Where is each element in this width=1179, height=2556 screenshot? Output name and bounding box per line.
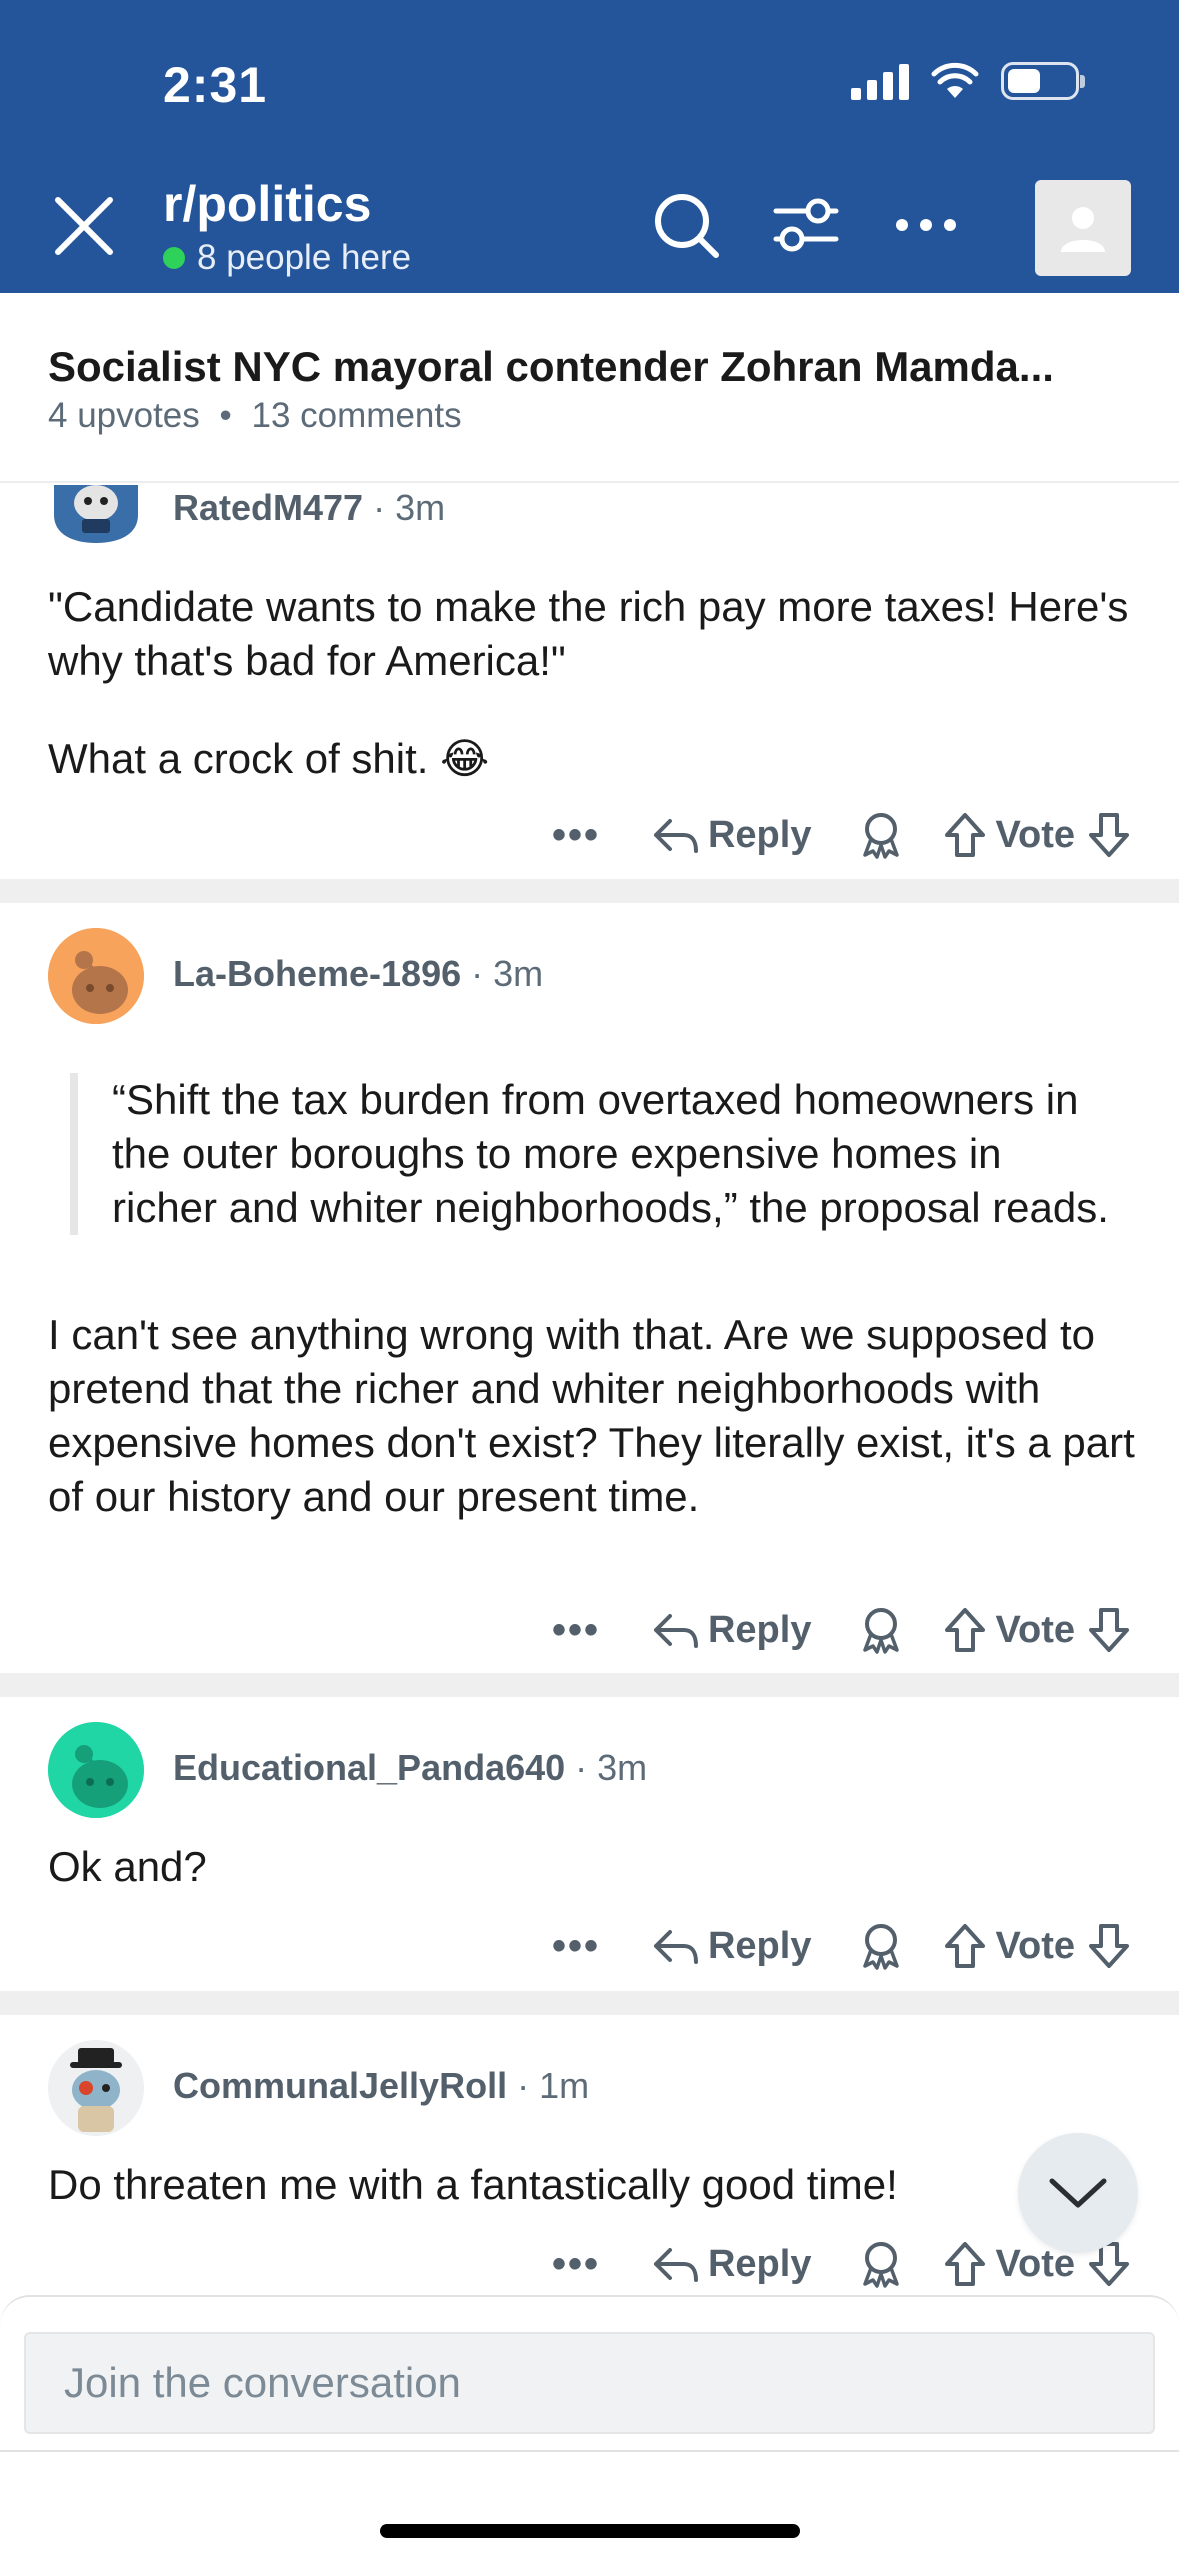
avatar[interactable] [48, 928, 144, 1024]
comment-body: "Candidate wants to make the rich pay mo… [48, 583, 1129, 684]
presence-indicator: 8 people here [163, 238, 411, 278]
reply-icon[interactable] [652, 1610, 700, 1650]
upvote-icon[interactable] [943, 2240, 987, 2288]
reply-button[interactable]: Reply [708, 814, 811, 857]
blockquote: “Shift the tax burden from overtaxed hom… [70, 1073, 1110, 1235]
snoo-avatar-icon [54, 485, 138, 543]
post-meta: 4 upvotes • 13 comments [48, 396, 462, 436]
reply-button[interactable]: Reply [708, 1925, 811, 1968]
comment-more-button[interactable]: ••• [552, 813, 612, 858]
post-title[interactable]: Socialist NYC mayoral contender Zohran M… [48, 343, 1138, 391]
reply-icon[interactable] [652, 815, 700, 855]
comment-time: 1m [539, 2065, 590, 2106]
comment-time: 3m [395, 487, 446, 528]
upvote-icon[interactable] [943, 811, 987, 859]
author-name[interactable]: CommunalJellyRoll [173, 2065, 507, 2106]
presence-text: 8 people here [197, 238, 412, 277]
comment: RatedM477 · 3m "Candidate wants to make … [0, 485, 1179, 879]
comment-actions: ••• Reply Vote [552, 1916, 1131, 1976]
vote-label: Vote [995, 1924, 1075, 1967]
award-icon[interactable] [859, 811, 903, 859]
author-name[interactable]: La-Boheme-1896 [173, 953, 461, 994]
comment-time: 3m [597, 1747, 648, 1788]
comment-actions: ••• Reply Vote [552, 805, 1131, 865]
snoo-avatar-icon [48, 1722, 144, 1818]
status-time: 2:31 [163, 57, 268, 113]
vote-label: Vote [995, 813, 1075, 856]
comment: La-Boheme-1896 · 3m “Shift the tax burde… [0, 903, 1179, 1673]
award-icon[interactable] [859, 2240, 903, 2288]
filter-sliders-icon [773, 198, 839, 252]
upvote-icon[interactable] [943, 1606, 987, 1654]
comment-body: Do threaten me with a fantastically good… [48, 2161, 898, 2208]
more-options-button[interactable] [886, 185, 966, 265]
dot-separator: · [363, 487, 396, 528]
comment-body: What a crock of shit. 😂 [48, 735, 490, 782]
award-icon[interactable] [859, 1606, 903, 1654]
user-avatar-button[interactable] [1035, 180, 1131, 276]
comment-author[interactable]: La-Boheme-1896 · 3m [173, 953, 543, 995]
comment-author[interactable]: RatedM477 · 3m [173, 487, 445, 529]
comment-separator [0, 1673, 1179, 1697]
home-indicator[interactable] [380, 2524, 800, 2538]
reply-icon[interactable] [652, 1926, 700, 1966]
search-icon [655, 194, 719, 258]
award-icon[interactable] [859, 1922, 903, 1970]
snoo-avatar-icon [48, 2040, 144, 2136]
downvote-icon[interactable] [1087, 1922, 1131, 1970]
online-dot-icon [163, 247, 185, 269]
comment-body: I can't see anything wrong with that. Ar… [48, 1311, 1135, 1520]
author-name[interactable]: RatedM477 [173, 487, 363, 528]
comment-more-button[interactable]: ••• [552, 1924, 612, 1969]
battery-icon [1001, 62, 1085, 100]
comment: CommunalJellyRoll · 1m Do threaten me wi… [0, 2015, 1179, 2305]
dot-separator: · [565, 1747, 598, 1788]
chevron-down-icon [1049, 2178, 1107, 2208]
reply-button[interactable]: Reply [708, 1609, 811, 1652]
close-icon [55, 197, 113, 255]
comment-author[interactable]: CommunalJellyRoll · 1m [173, 2065, 589, 2107]
avatar[interactable] [48, 1722, 144, 1818]
dot-separator: · [507, 2065, 540, 2106]
comment-more-button[interactable]: ••• [552, 2242, 612, 2287]
scroll-to-next-button[interactable] [1018, 2133, 1138, 2253]
avatar[interactable] [48, 2040, 144, 2136]
wifi-icon [931, 62, 979, 98]
comment-more-button[interactable]: ••• [552, 1608, 612, 1653]
comment: Educational_Panda640 · 3m Ok and? ••• Re… [0, 1697, 1179, 1991]
reply-button[interactable]: Reply [708, 2243, 811, 2286]
search-button[interactable] [646, 185, 726, 265]
more-horizontal-icon [896, 219, 956, 231]
upvote-count: 4 upvotes [48, 396, 200, 435]
divider [0, 2450, 1179, 2452]
comment-time: 3m [493, 953, 544, 994]
snoo-avatar-icon [48, 928, 144, 1024]
downvote-icon[interactable] [1087, 811, 1131, 859]
subreddit-name[interactable]: r/politics [163, 175, 371, 233]
comment-body: Ok and? [48, 1843, 207, 1890]
downvote-icon[interactable] [1087, 1606, 1131, 1654]
comment-composer: Join the conversation [0, 2295, 1179, 2556]
comment-separator [0, 1991, 1179, 2015]
close-button[interactable] [48, 190, 120, 262]
avatar[interactable] [48, 485, 144, 545]
dot-separator: · [461, 953, 494, 994]
upvote-icon[interactable] [943, 1922, 987, 1970]
comment-count: 13 comments [251, 396, 462, 435]
filter-button[interactable] [766, 185, 846, 265]
join-conversation-input[interactable]: Join the conversation [24, 2332, 1155, 2434]
comment-author[interactable]: Educational_Panda640 · 3m [173, 1747, 647, 1789]
comment-separator [0, 879, 1179, 903]
author-name[interactable]: Educational_Panda640 [173, 1747, 565, 1788]
meta-separator: • [219, 396, 232, 435]
app-header: 2:31 r/politics 8 people here [0, 0, 1179, 293]
user-avatar-icon [1061, 207, 1105, 252]
reply-icon[interactable] [652, 2244, 700, 2284]
post-summary[interactable]: Socialist NYC mayoral contender Zohran M… [0, 293, 1179, 483]
cellular-signal-icon [851, 62, 909, 100]
status-icons [851, 62, 1085, 100]
vote-label: Vote [995, 1608, 1075, 1651]
comment-actions: ••• Reply Vote [552, 1600, 1131, 1660]
